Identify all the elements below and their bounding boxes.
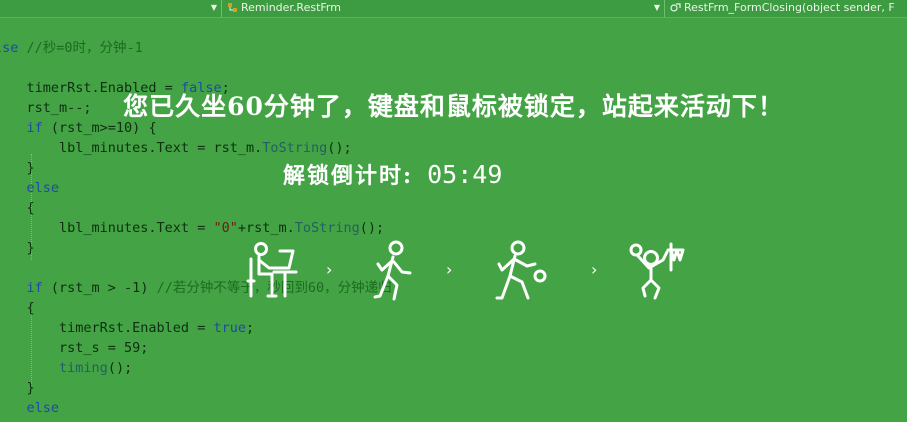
code-token: rst_s = 59; (0, 340, 149, 356)
code-token: } (26, 380, 35, 396)
dropdown-divider (664, 0, 665, 17)
code-line: timing(); (0, 358, 132, 378)
walking-person-icon (373, 240, 412, 301)
code-token: true (213, 320, 246, 336)
code-token: } (26, 160, 35, 176)
lock-screen-window: ▼ Reminder.RestFrm ▼ RestFrm_FormClosing… (0, 0, 907, 422)
code-editor[interactable]: lse //秒=0时，分钟-1 timerRst.Enabled = false… (0, 17, 907, 422)
person-at-computer-icon (246, 242, 298, 298)
chevron-right-icon: › (591, 260, 598, 279)
code-line: { (0, 298, 35, 318)
code-token: lbl_minutes.Text = rst_m. (0, 140, 263, 156)
lock-message: 您已久坐60分钟了，键盘和鼠标被锁定，站起来活动下！ (123, 92, 784, 121)
code-token: ToString (294, 220, 360, 236)
code-line: else (0, 398, 60, 418)
code-line: lse //秒=0时，分钟-1 (0, 38, 143, 58)
chevron-right-icon: › (446, 260, 453, 279)
code-token: else (26, 180, 60, 196)
code-token: (rst_m > -1) (42, 280, 157, 296)
method-icon (670, 3, 681, 12)
soccer-player-icon (495, 240, 547, 300)
chevron-down-icon[interactable]: ▼ (209, 0, 219, 17)
class-icon (228, 3, 237, 12)
member-dropdown-label: RestFrm_FormClosing(object sender, F (684, 1, 895, 14)
code-token: lse (0, 40, 19, 56)
basketball-player-icon (629, 242, 685, 300)
member-dropdown[interactable]: RestFrm_FormClosing(object sender, F (670, 0, 907, 17)
code-line: } (0, 238, 35, 258)
code-token: (); (327, 140, 352, 156)
code-token: timing (59, 360, 108, 376)
code-token: ; (245, 320, 255, 336)
code-token: "0" (213, 220, 238, 236)
code-line: if (rst_m > -1) //若分钟不等于，秒回到60，分钟递归 (0, 278, 392, 298)
code-token: else (26, 400, 60, 416)
code-token: ToString (262, 140, 328, 156)
code-token: } (26, 240, 35, 256)
countdown-label: 解锁倒计时: (283, 163, 414, 189)
code-line: } (0, 378, 35, 398)
code-token: lbl_minutes.Text = (0, 220, 214, 236)
chevron-right-icon: › (326, 260, 333, 279)
editor-navigation-bar: ▼ Reminder.RestFrm ▼ RestFrm_FormClosing… (0, 0, 907, 18)
code-token: +rst_m. (237, 220, 295, 236)
class-dropdown[interactable]: Reminder.RestFrm (227, 0, 647, 17)
code-line: rst_s = 59; (0, 338, 148, 358)
code-line: lbl_minutes.Text = "0"+rst_m.ToString(); (0, 218, 384, 238)
unlock-countdown: 解锁倒计时: 05:49 (283, 157, 502, 193)
code-token: timerRst.Enabled = (0, 320, 214, 336)
code-line: } (0, 158, 35, 178)
code-line: lbl_minutes.Text = rst_m.ToString(); (0, 138, 352, 158)
code-line: { (0, 198, 35, 218)
code-line: timerRst.Enabled = true; (0, 318, 254, 338)
code-token: if (26, 280, 43, 296)
dropdown-divider (221, 0, 222, 17)
code-token: { (26, 200, 35, 216)
countdown-time: 05:49 (427, 160, 503, 189)
class-dropdown-label: Reminder.RestFrm (241, 1, 341, 14)
code-token: (); (359, 220, 385, 236)
chevron-down-icon[interactable]: ▼ (652, 0, 662, 17)
code-line: else (0, 178, 60, 198)
code-token: { (26, 300, 35, 316)
code-token: (); (107, 360, 133, 376)
code-token: //秒=0时，分钟-1 (26, 40, 143, 56)
